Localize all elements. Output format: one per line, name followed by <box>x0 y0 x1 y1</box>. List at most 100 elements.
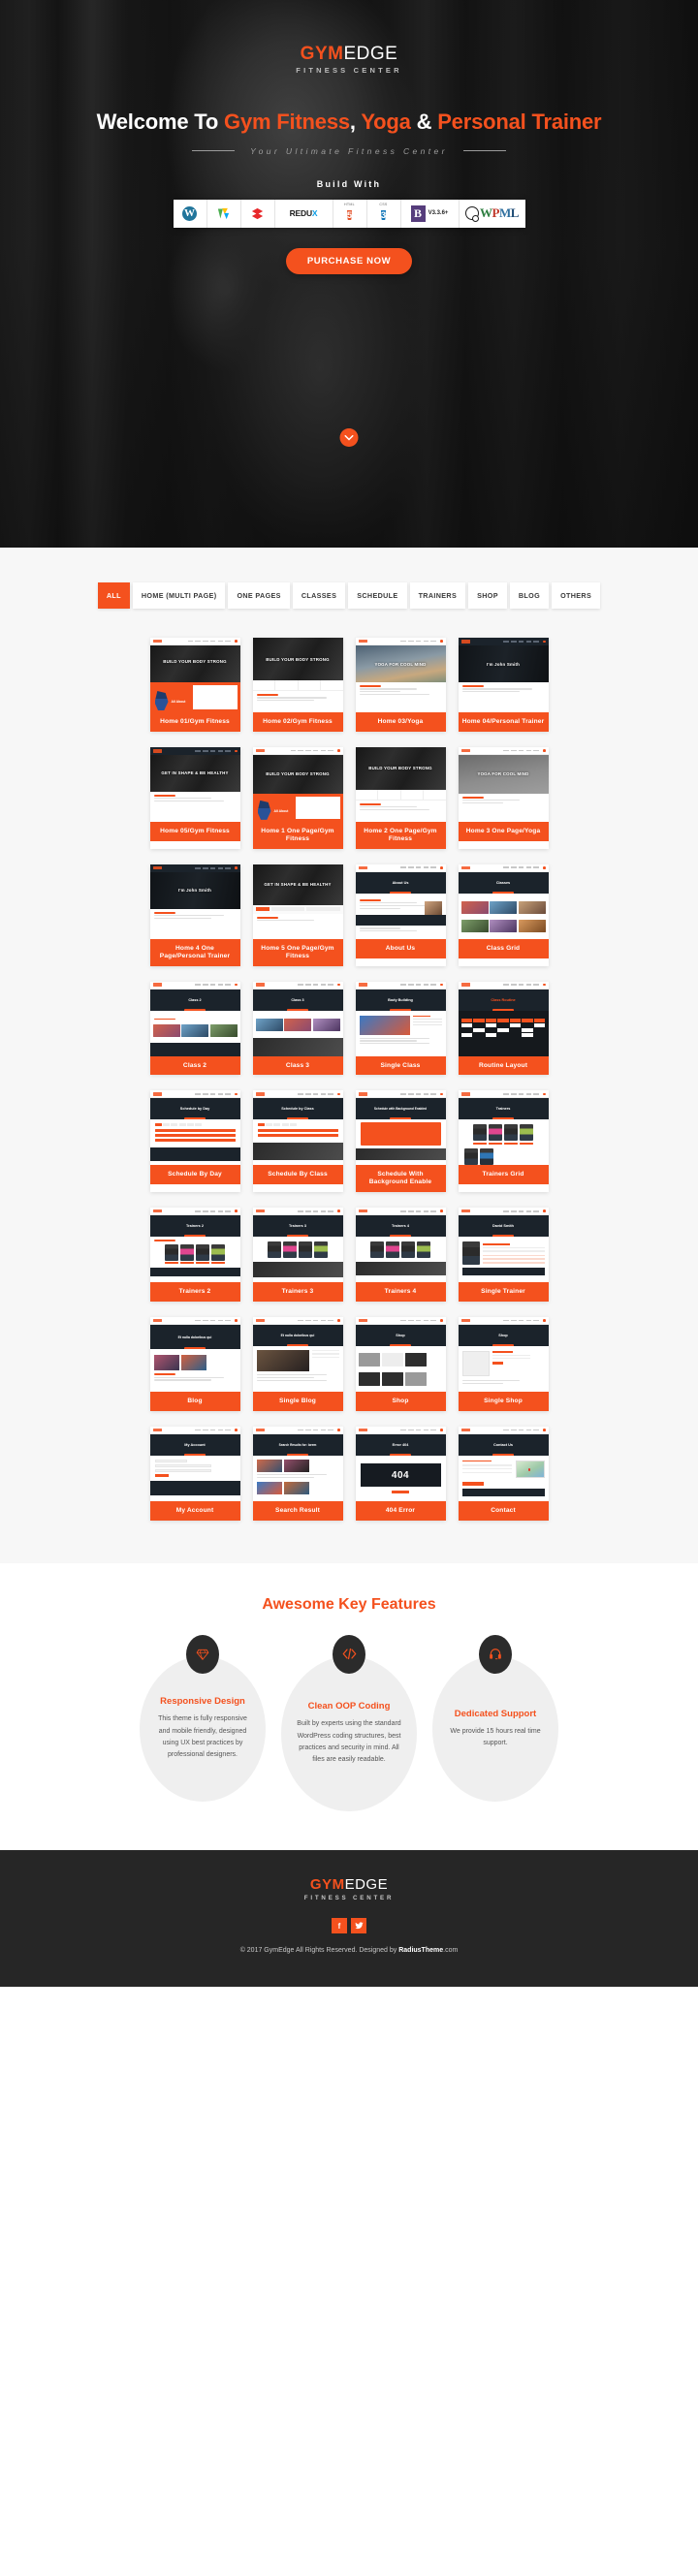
demo-label: Trainers 4 <box>355 1282 446 1303</box>
demo-card[interactable]: YOGA FOR COOL MIND Home 3 One Page/Yoga <box>458 746 549 849</box>
demo-thumbnail: Trainers 3 <box>252 1208 343 1283</box>
demo-card[interactable]: GET IN SHAPE & BE HEALTHY Home 05/Gym Fi… <box>149 746 240 849</box>
demo-card[interactable]: BUILD YOUR BODY STRONG Home 02/Gym Fitne… <box>252 638 343 732</box>
demo-card[interactable]: Shop Shop <box>355 1317 446 1412</box>
filter-shop[interactable]: SHOP <box>468 582 507 609</box>
demo-label: Home 03/Yoga <box>355 712 446 732</box>
demo-card[interactable]: My Account My Account <box>149 1427 240 1521</box>
hero-title-part-3: , <box>349 109 362 134</box>
redux-logo: REDUX <box>274 199 333 228</box>
feature-title: Responsive Design <box>160 1696 245 1708</box>
css3-badge: CSS 3 <box>379 203 387 225</box>
demo-label: Home 2 One Page/Gym Fitness <box>355 821 446 849</box>
demo-thumbnail: Shop <box>458 1317 549 1393</box>
feature-title: Dedicated Support <box>454 1708 537 1719</box>
demo-card[interactable]: Search Results for: lorem Search Result <box>252 1427 343 1521</box>
wpml-m: M <box>499 205 511 220</box>
demo-label: Class 2 <box>149 1055 240 1076</box>
wpml-w: W <box>480 205 492 220</box>
demo-card[interactable]: Trainers 2 Trainers 2 <box>149 1208 240 1303</box>
filter-trainers[interactable]: TRAINERS <box>409 582 466 609</box>
twitter-bird-icon <box>354 1922 364 1930</box>
features-row: Responsive Design This theme is fully re… <box>0 1634 698 1811</box>
demo-card[interactable]: Schedule by Class Schedule By Class <box>252 1090 343 1193</box>
demo-card[interactable]: I'm John Smith Home 04/Personal Trainer <box>458 638 549 732</box>
demo-thumbnail: Classes <box>458 864 549 939</box>
demo-label: Home 01/Gym Fitness <box>149 712 240 732</box>
demo-hero-text: David Smith <box>492 1224 514 1229</box>
demo-label: Contact <box>458 1501 549 1521</box>
demo-card[interactable]: About Us About Us <box>355 864 446 966</box>
redux-text: REDU <box>289 208 312 218</box>
demo-card[interactable]: Contact Us Contact <box>458 1427 549 1521</box>
demo-card[interactable]: Et nulla doloribus qui Single Blog <box>252 1317 343 1412</box>
demo-hero-text: YOGA FOR COOL MIND <box>374 661 427 667</box>
demo-card[interactable]: Schedule with Background Enabled Schedul… <box>355 1090 446 1193</box>
demo-card[interactable]: BUILD YOUR BODY STRONG All About Home 01… <box>149 638 240 732</box>
demo-card[interactable]: Et nulla doloribus qui Blog <box>149 1317 240 1412</box>
twitter-icon[interactable] <box>351 1918 366 1934</box>
hero-subtitle: Your Ultimate Fitness Center <box>250 145 448 156</box>
filter-others[interactable]: OTHERS <box>552 582 601 609</box>
logo-tagline: FITNESS CENTER <box>296 66 402 75</box>
demo-thumbnail: Class Routine <box>458 981 549 1056</box>
demo-label: Home 4 One Page/Personal Trainer <box>149 938 240 966</box>
demo-card[interactable]: Class 3 Class 3 <box>252 981 343 1076</box>
demo-hero-text: BUILD YOUR BODY STRONG <box>266 656 330 662</box>
purchase-now-button[interactable]: PURCHASE NOW <box>285 247 413 274</box>
filter-schedule[interactable]: SCHEDULE <box>348 582 407 609</box>
redux-framework-logo <box>240 199 275 228</box>
filter-classes[interactable]: CLASSES <box>292 582 346 609</box>
demo-thumbnail: BUILD YOUR BODY STRONG All About <box>252 746 343 822</box>
demo-hero-text: Body Building <box>388 997 413 1002</box>
footer-logo: GYMEDGE FITNESS CENTER <box>0 1877 698 1901</box>
chevron-down-icon <box>344 434 354 441</box>
demo-thumbnail: Error 404 404 <box>355 1427 446 1502</box>
filter-all[interactable]: ALL <box>97 582 130 609</box>
demo-label: Home 1 One Page/Gym Fitness <box>252 821 343 849</box>
demo-card[interactable]: I'm John Smith Home 4 One Page/Personal … <box>149 864 240 966</box>
html5-glyph: 5 <box>346 209 352 220</box>
html5-badge: HTML 5 <box>344 203 355 225</box>
demo-card[interactable]: Classes Class Grid <box>458 864 549 966</box>
demo-label: Schedule By Class <box>252 1165 343 1185</box>
facebook-icon[interactable]: f <box>332 1918 347 1934</box>
bootstrap-logo: B V3.3.6+ <box>400 199 460 228</box>
demo-hero-text: Class 2 <box>188 997 202 1002</box>
demo-label: Schedule By Day <box>149 1165 240 1185</box>
demo-thumbnail: Schedule with Background Enabled <box>355 1090 446 1166</box>
demo-label: Class Grid <box>458 938 549 958</box>
scroll-down-button[interactable] <box>339 428 359 447</box>
feature-clean-oop-coding: Clean OOP Coding Built by experts using … <box>281 1634 417 1811</box>
hero-title-part-1: Welcome To <box>96 109 225 134</box>
demo-card[interactable]: Class Routine Routine Layout <box>458 981 549 1076</box>
demo-label: Trainers Grid <box>458 1165 549 1185</box>
demo-thumbnail: Contact Us <box>458 1427 549 1502</box>
visual-composer-icon <box>217 207 230 219</box>
copyright-text: © 2017 GymEdge All Rights Reserved. Desi… <box>0 1947 698 1954</box>
demo-thumbnail: Search Results for: lorem <box>252 1427 343 1502</box>
filter-blog[interactable]: BLOG <box>509 582 550 609</box>
demo-card[interactable]: Shop Single Shop <box>458 1317 549 1412</box>
hero-logo: GYMEDGE FITNESS CENTER <box>0 45 698 75</box>
demo-card[interactable]: Schedule by Day Schedule By Day <box>149 1090 240 1193</box>
hero-section: GYMEDGE FITNESS CENTER Welcome To Gym Fi… <box>0 0 698 548</box>
demo-card[interactable]: David Smith Single Trainer <box>458 1208 549 1303</box>
demo-card[interactable]: Trainers Trainers Grid <box>458 1090 549 1193</box>
filter-home-multi[interactable]: HOME (MULTI PAGE) <box>132 582 226 609</box>
demo-card[interactable]: BUILD YOUR BODY STRONG Home 2 One Page/G… <box>355 746 446 849</box>
demo-card[interactable]: Trainers 4 Trainers 4 <box>355 1208 446 1303</box>
demo-card[interactable]: Error 404 404 404 Error <box>355 1427 446 1521</box>
demo-label: About Us <box>355 938 446 958</box>
demo-card[interactable]: Body Building Single Class <box>355 981 446 1076</box>
demo-card[interactable]: YOGA FOR COOL MIND Home 03/Yoga <box>355 638 446 732</box>
filter-one-pages[interactable]: ONE PAGES <box>228 582 290 609</box>
feature-title: Clean OOP Coding <box>307 1701 391 1712</box>
layers-icon <box>251 207 264 219</box>
code-icon-svg <box>342 1649 356 1660</box>
demo-card[interactable]: Trainers 3 Trainers 3 <box>252 1208 343 1303</box>
demo-thumbnail: GET IN SHAPE & BE HEALTHY <box>149 746 240 822</box>
demo-card[interactable]: BUILD YOUR BODY STRONG All About Home 1 … <box>252 746 343 849</box>
demo-card[interactable]: Class 2 Class 2 <box>149 981 240 1076</box>
demo-card[interactable]: GET IN SHAPE & BE HEALTHY Home 5 One Pag… <box>252 864 343 966</box>
